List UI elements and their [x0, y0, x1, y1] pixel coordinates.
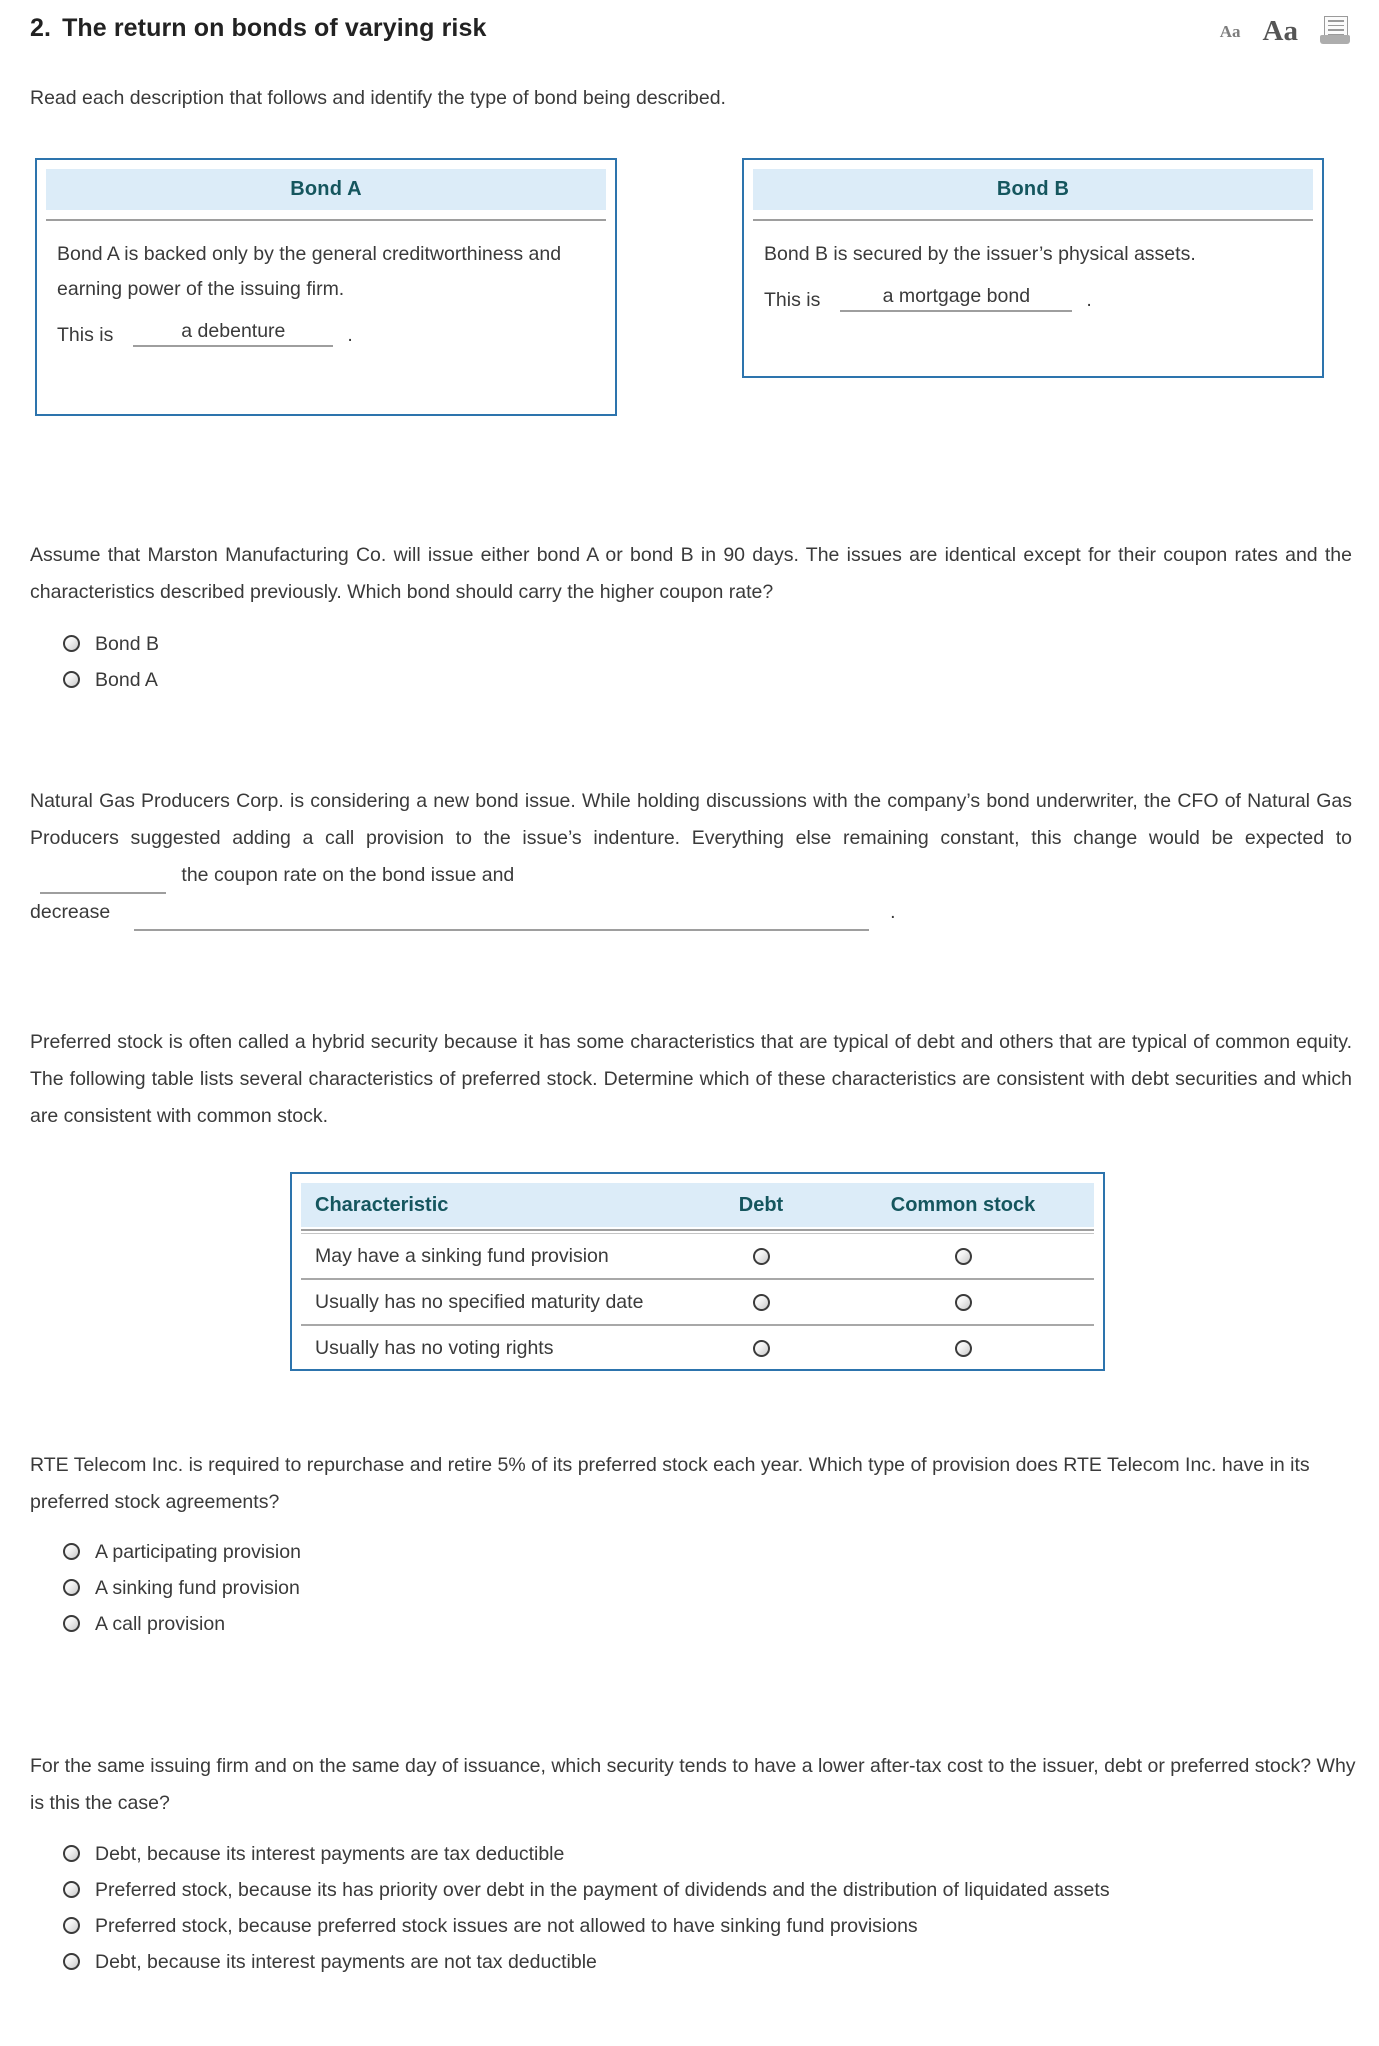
radio-icon[interactable] — [954, 1247, 972, 1265]
bond-a-description: Bond A is backed only by the general cre… — [57, 243, 562, 300]
table-row: Usually has no voting rights — [301, 1326, 1094, 1369]
natural-gas-paragraph: Natural Gas Producers Corp. is consideri… — [30, 783, 1352, 894]
bond-a-answer-row: This is a debenture . — [37, 307, 615, 361]
radio-icon[interactable] — [752, 1339, 770, 1357]
radio-icon[interactable] — [954, 1293, 972, 1311]
bond-a-answer-prefix: This is — [57, 324, 114, 346]
aftertax-option-label: Debt, because its interest payments are … — [95, 1843, 565, 1865]
preferred-stock-intro: Preferred stock is often called a hybrid… — [30, 1031, 1352, 1127]
bond-b-answer-blank[interactable]: a mortgage bond — [840, 282, 1073, 312]
natural-gas-blank-2[interactable] — [133, 903, 869, 931]
question-number: 2. — [30, 14, 52, 42]
printer-icon[interactable] — [1320, 16, 1350, 46]
aftertax-option-label: Preferred stock, because its has priorit… — [95, 1879, 1110, 1901]
marston-option-1[interactable]: Bond A — [63, 665, 1343, 695]
column-header-characteristic: Characteristic — [315, 1193, 449, 1216]
natural-gas-text-1: Natural Gas Producers Corp. is consideri… — [30, 790, 1352, 849]
radio-icon[interactable] — [752, 1293, 770, 1311]
radio-icon[interactable] — [63, 1953, 80, 1970]
bond-b-card: Bond B Bond B is secured by the issuer’s… — [742, 158, 1324, 378]
characteristic-table: Characteristic Debt Common stock May hav… — [290, 1172, 1105, 1371]
rte-option-0[interactable]: A participating provision — [63, 1537, 1343, 1567]
radio-icon[interactable] — [63, 1579, 80, 1596]
aftertax-prompt: For the same issuing firm and on the sam… — [30, 1755, 1356, 1814]
aftertax-option-0[interactable]: Debt, because its interest payments are … — [63, 1839, 1343, 1869]
bond-a-card: Bond A Bond A is backed only by the gene… — [35, 158, 617, 416]
bond-a-answer-blank[interactable]: a debenture — [133, 317, 334, 347]
natural-gas-paragraph-line2: decrease . — [30, 894, 1352, 931]
row-debt-cell — [689, 1293, 833, 1311]
rte-option-2[interactable]: A call provision — [63, 1609, 1343, 1639]
table-row: May have a sinking fund provision — [301, 1234, 1094, 1280]
row-characteristic-label: Usually has no specified maturity date — [315, 1290, 644, 1313]
natural-gas-text-4: . — [890, 901, 896, 923]
marston-option-label: Bond B — [95, 633, 159, 655]
marston-options: Bond B Bond A — [63, 629, 1343, 701]
marston-option-label: Bond A — [95, 669, 158, 691]
rte-options: A participating provision A sinking fund… — [63, 1537, 1343, 1645]
aftertax-option-2[interactable]: Preferred stock, because preferred stock… — [63, 1911, 1343, 1941]
row-common-cell — [833, 1293, 1093, 1311]
aftertax-option-label: Preferred stock, because preferred stock… — [95, 1915, 918, 1937]
column-header-common-stock: Common stock — [890, 1193, 1036, 1216]
bond-b-answer-prefix: This is — [764, 289, 821, 311]
printer-base — [1320, 35, 1350, 44]
question-header: 2. The return on bonds of varying risk A… — [30, 14, 1350, 58]
rte-option-label: A participating provision — [95, 1541, 301, 1563]
row-common-cell — [833, 1339, 1093, 1357]
row-debt-cell — [689, 1247, 833, 1265]
natural-gas-blank-1[interactable] — [40, 866, 166, 894]
intro-text: Read each description that follows and i… — [30, 87, 726, 109]
aftertax-option-label: Debt, because its interest payments are … — [95, 1951, 597, 1973]
row-common-cell — [833, 1247, 1093, 1265]
radio-icon[interactable] — [63, 671, 80, 688]
page-title: 2. The return on bonds of varying risk — [30, 14, 1350, 43]
radio-icon[interactable] — [954, 1339, 972, 1357]
rte-option-1[interactable]: A sinking fund provision — [63, 1573, 1343, 1603]
radio-icon[interactable] — [63, 1881, 80, 1898]
radio-icon[interactable] — [752, 1247, 770, 1265]
radio-icon[interactable] — [63, 1845, 80, 1862]
question-page: 2. The return on bonds of varying risk A… — [0, 0, 1379, 2046]
table-header-row: Characteristic Debt Common stock — [301, 1183, 1094, 1227]
row-characteristic-label: Usually has no voting rights — [315, 1336, 554, 1359]
row-characteristic-label: May have a sinking fund provision — [315, 1244, 609, 1267]
bond-b-title: Bond B — [753, 169, 1313, 210]
increase-font-size-button[interactable]: Aa — [1263, 16, 1298, 46]
radio-icon[interactable] — [63, 635, 80, 652]
bond-a-title: Bond A — [46, 169, 606, 210]
header-tools: Aa Aa — [1220, 16, 1350, 46]
marston-prompt: Assume that Marston Manufacturing Co. wi… — [30, 544, 1352, 603]
radio-icon[interactable] — [63, 1543, 80, 1560]
column-header-debt: Debt — [738, 1193, 784, 1216]
bond-b-description: Bond B is secured by the issuer’s physic… — [764, 243, 1196, 265]
rte-option-label: A call provision — [95, 1613, 226, 1635]
table-row: Usually has no specified maturity date — [301, 1280, 1094, 1326]
natural-gas-text-2: the coupon rate on the bond issue and — [181, 864, 515, 886]
aftertax-option-1[interactable]: Preferred stock, because its has priorit… — [63, 1875, 1343, 1905]
aftertax-option-3[interactable]: Debt, because its interest payments are … — [63, 1947, 1343, 1977]
decrease-font-size-button[interactable]: Aa — [1220, 23, 1241, 40]
aftertax-options: Debt, because its interest payments are … — [63, 1839, 1343, 1983]
question-title-text: The return on bonds of varying risk — [62, 14, 487, 42]
row-debt-cell — [689, 1339, 833, 1357]
bond-a-answer-suffix: . — [347, 324, 353, 346]
radio-icon[interactable] — [63, 1615, 80, 1632]
rte-prompt: RTE Telecom Inc. is required to repurcha… — [30, 1454, 1310, 1513]
natural-gas-text-3: decrease — [30, 901, 111, 923]
radio-icon[interactable] — [63, 1917, 80, 1934]
bond-b-answer-suffix: . — [1086, 289, 1092, 311]
bond-b-answer-row: This is a mortgage bond . — [744, 272, 1322, 326]
marston-option-0[interactable]: Bond B — [63, 629, 1343, 659]
rte-option-label: A sinking fund provision — [95, 1577, 300, 1599]
